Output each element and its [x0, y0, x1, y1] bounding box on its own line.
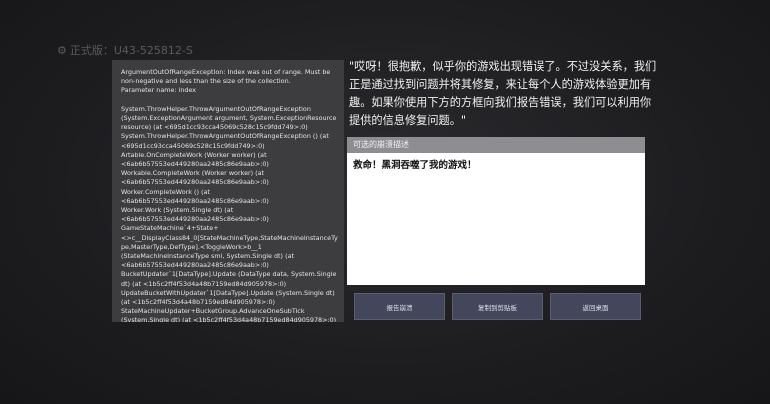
crash-message: "哎呀！很抱歉，似乎你的游戏出现错误了。不过没关系，我们正是通过找到问题并将其修… — [349, 60, 657, 127]
action-buttons: 报告崩溃 复制到剪贴板 返回桌面 — [354, 293, 641, 320]
version-text: 正式版：U43-525812-S — [69, 44, 193, 57]
crash-description-input[interactable]: 救命！黑洞吞噬了我的游戏！ — [347, 153, 645, 173]
crash-description-header: 可选的崩溃描述 — [347, 137, 645, 153]
copy-to-clipboard-button[interactable]: 复制到剪贴板 — [452, 293, 543, 320]
gear-icon: ⚙ — [57, 43, 67, 57]
stack-trace-panel[interactable]: ArgumentOutOfRangeException: Index was o… — [112, 60, 344, 322]
crash-description-box[interactable]: 可选的崩溃描述 救命！黑洞吞噬了我的游戏！ — [347, 137, 645, 285]
stack-trace-text: ArgumentOutOfRangeException: Index was o… — [121, 68, 338, 322]
report-crash-button[interactable]: 报告崩溃 — [354, 293, 445, 320]
return-to-desktop-button[interactable]: 返回桌面 — [550, 293, 641, 320]
version-label: ⚙ 正式版：U43-525812-S — [57, 42, 193, 58]
